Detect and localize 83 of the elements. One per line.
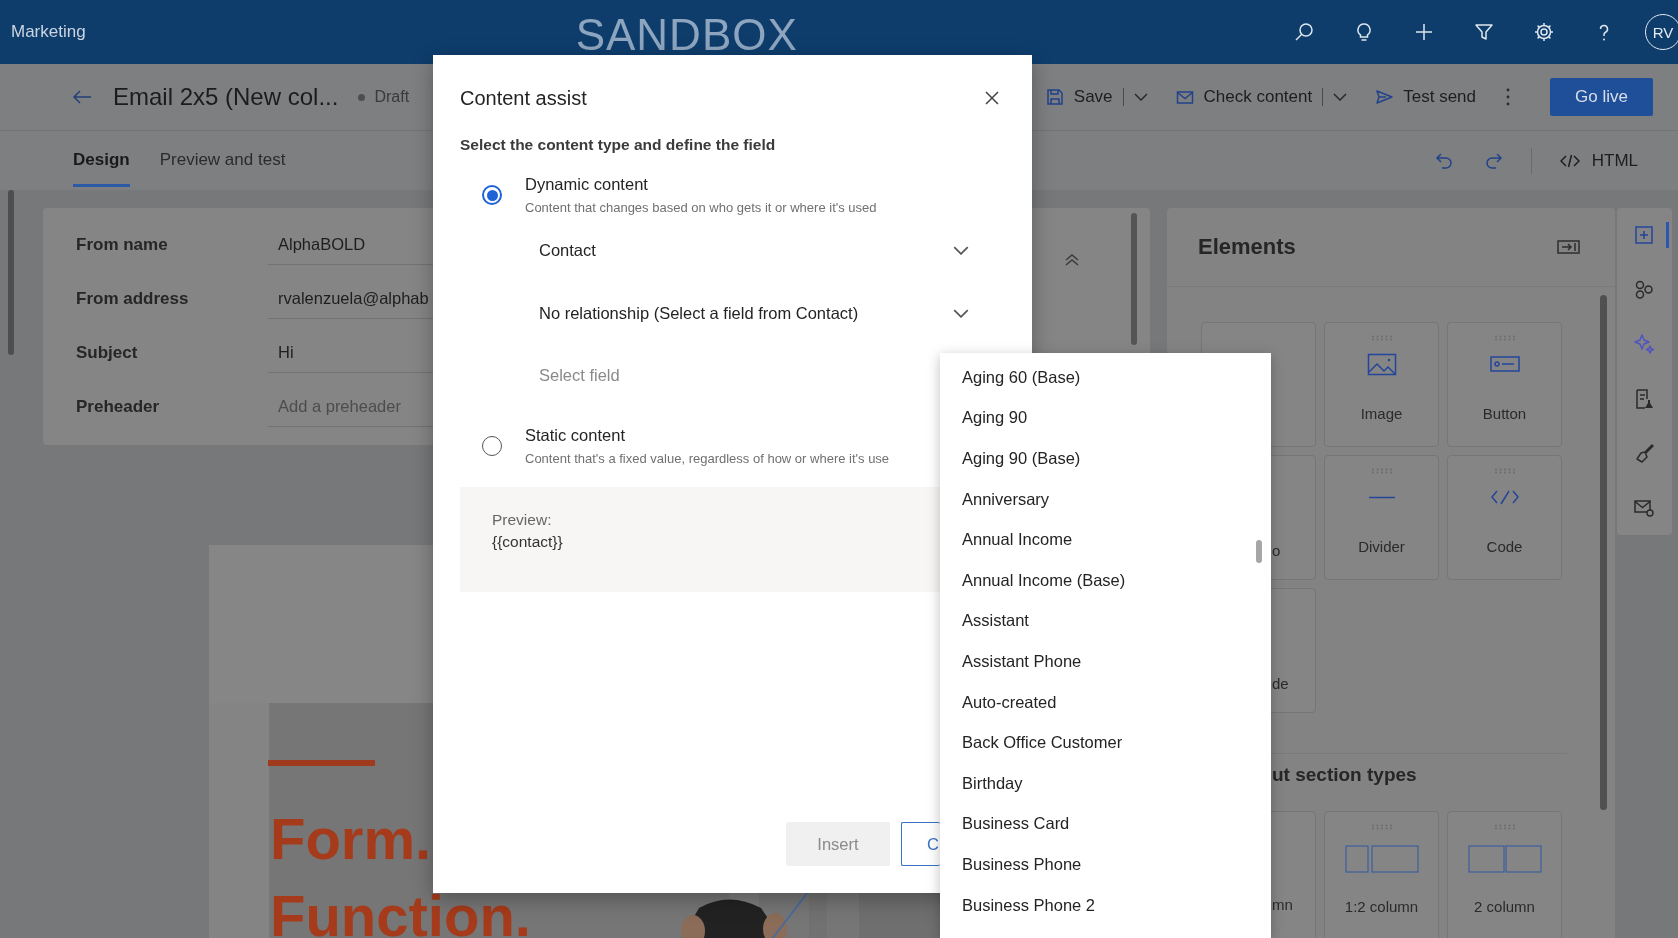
sparkle-icon — [1633, 333, 1655, 356]
image-icon — [1366, 351, 1397, 377]
toolbar-button[interactable]: Test send — [1375, 87, 1476, 107]
headline: Function. — [270, 893, 531, 938]
close-icon[interactable] — [985, 91, 999, 105]
headline: Form. — [270, 809, 432, 868]
option-label: Dynamic content — [525, 174, 649, 195]
more-icon[interactable] — [1506, 88, 1510, 106]
tab[interactable]: Design — [73, 131, 130, 187]
search-icon[interactable] — [1293, 21, 1315, 43]
field-label: Subject — [76, 343, 139, 363]
list-option[interactable]: Business Phone 2 — [940, 884, 1256, 926]
drag-handle-icon — [1370, 335, 1393, 341]
toolbar-button[interactable]: Save — [1045, 87, 1113, 107]
dialog-subtitle: Select the content type and define the field — [460, 135, 777, 155]
email-title: Email 2x5 (New col... — [113, 83, 339, 111]
plus-square-icon — [1633, 224, 1655, 247]
list-option[interactable]: Annual Income (Base) — [940, 559, 1256, 601]
list-option[interactable]: Aging 90 (Base) — [940, 438, 1256, 479]
document-flask-icon — [1633, 387, 1655, 410]
status-label: Draft — [374, 88, 410, 106]
brush-icon — [1633, 442, 1655, 465]
list-option[interactable]: Back Office Customer — [940, 722, 1256, 763]
drag-handle-icon — [1370, 824, 1393, 830]
drag-handle-icon — [1493, 468, 1516, 474]
html-button[interactable]: HTML — [1559, 150, 1638, 171]
status-dot — [358, 93, 366, 101]
drag-handle-icon — [1493, 335, 1516, 341]
field-label: From address — [76, 289, 190, 309]
list-option[interactable]: Aging 60 (Base) — [940, 357, 1256, 398]
radio-button[interactable] — [482, 436, 502, 456]
preview-value: {{contact}} — [492, 532, 563, 552]
send-icon — [1375, 88, 1394, 106]
field-label: Preheader — [76, 397, 161, 417]
envelope-check-icon — [1175, 88, 1194, 106]
option-description: Content that's a fixed value, regardless of how or where it's use — [525, 450, 890, 468]
column-layout-icon — [1467, 844, 1542, 874]
radio-button[interactable] — [482, 185, 502, 205]
plus-icon[interactable] — [1413, 21, 1435, 43]
settings-icon[interactable] — [1533, 21, 1555, 43]
chevron-down-icon[interactable] — [1333, 93, 1348, 101]
list-option[interactable]: Anniversary — [940, 478, 1256, 520]
option-label: Static content — [525, 425, 626, 446]
list-option[interactable]: Auto-created — [940, 681, 1256, 723]
list-option[interactable]: Birthday — [940, 762, 1256, 804]
drag-handle-icon — [1370, 468, 1393, 474]
list-option[interactable]: Assistant Phone — [940, 641, 1256, 682]
drag-handle-icon — [1493, 824, 1516, 830]
section-title: ut section types — [1272, 764, 1418, 786]
toolbar-button[interactable]: Check content — [1175, 87, 1313, 107]
circles-icon — [1633, 278, 1655, 301]
filter-icon[interactable] — [1473, 21, 1495, 43]
dialog-title: Content assist — [460, 86, 587, 110]
list-option[interactable]: Assistant — [940, 600, 1256, 642]
cancel-button[interactable]: C — [901, 822, 940, 866]
double-chevron-up-icon[interactable] — [1064, 253, 1080, 267]
collapse-panel-icon[interactable] — [1557, 240, 1580, 254]
element-tile[interactable]: Button — [1447, 322, 1562, 447]
panel-title: Elements — [1198, 234, 1296, 260]
column-layout-icon — [1344, 844, 1419, 874]
element-tile[interactable]: 2 column — [1447, 811, 1562, 938]
list-option[interactable]: Business Card — [940, 803, 1256, 845]
tab[interactable]: Preview and test — [159, 131, 286, 187]
option-description: Content that changes based on who gets it or where it's used — [525, 199, 877, 217]
horizontal-line-icon — [1368, 495, 1395, 499]
chevron-down-icon — [953, 308, 969, 318]
element-tile[interactable]: Code — [1447, 455, 1562, 580]
preview-label: Preview: — [492, 510, 552, 530]
list-option[interactable]: Aging 90 — [940, 397, 1256, 439]
element-tile[interactable]: Divider — [1324, 455, 1439, 580]
chevron-down-icon[interactable] — [1133, 93, 1148, 101]
chevron-down-icon — [953, 245, 969, 255]
list-option[interactable]: Business Phone — [940, 844, 1256, 885]
list-option[interactable]: Annual Income — [940, 519, 1256, 560]
field-label: From name — [76, 235, 169, 255]
element-tile[interactable]: Image — [1324, 322, 1439, 447]
undo-icon[interactable] — [1434, 150, 1455, 171]
environment-label: SANDBOX — [575, 9, 798, 61]
back-arrow-icon[interactable] — [72, 89, 92, 105]
element-tile[interactable]: 1:2 column — [1324, 811, 1439, 938]
go-live-button[interactable]: Go live — [1550, 78, 1653, 116]
scrollbar — [1256, 540, 1262, 563]
app-name: Marketing — [11, 22, 86, 42]
